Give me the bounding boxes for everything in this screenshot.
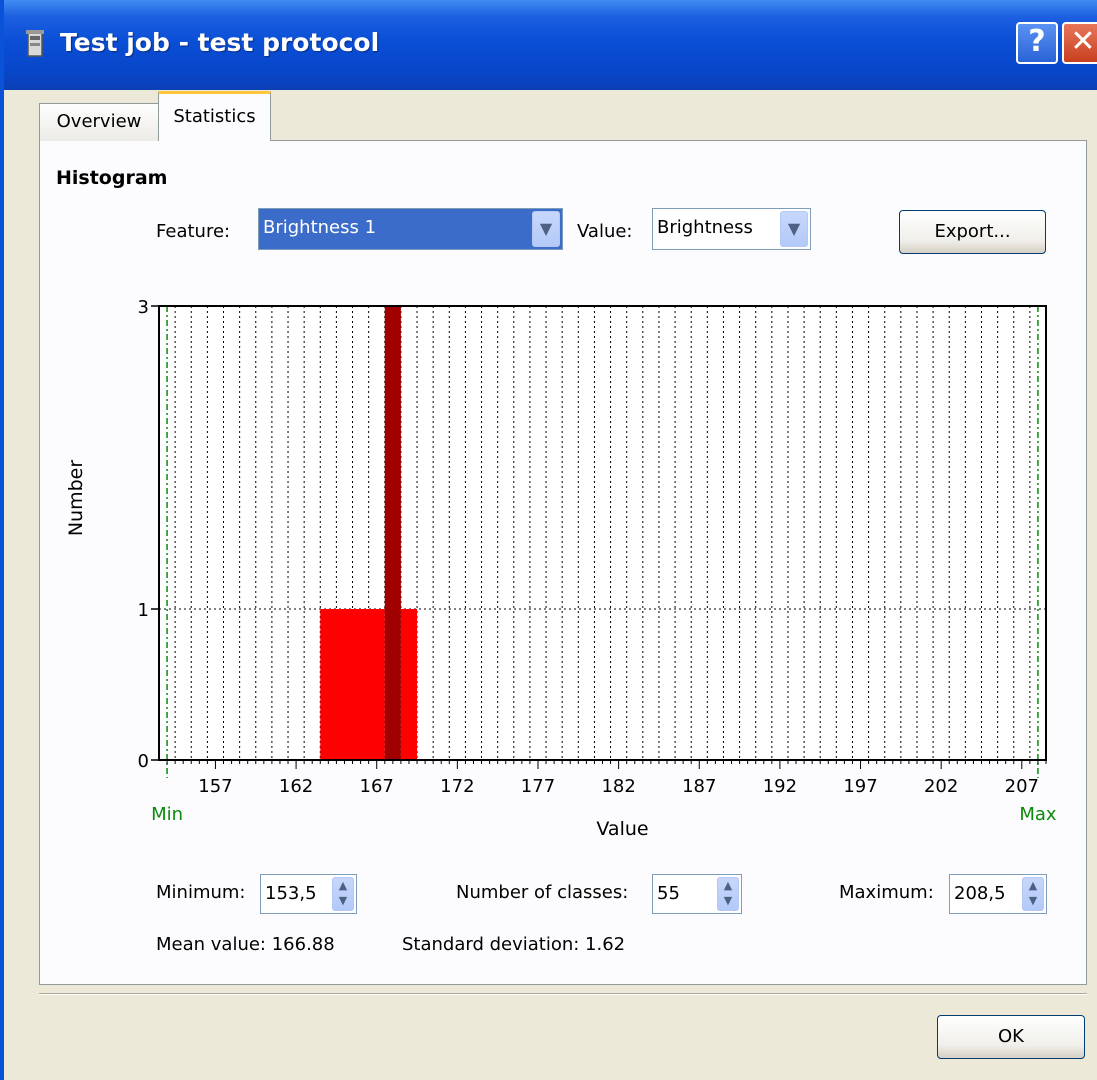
feature-select-value: Brightness 1	[263, 217, 377, 238]
maximum-spinbox[interactable]: 208,5 ▲ ▼	[949, 874, 1047, 914]
value-select[interactable]: Brightness ▼	[652, 208, 811, 250]
spin-arrows-icon[interactable]: ▲ ▼	[1022, 877, 1044, 911]
tab-statistics[interactable]: Statistics	[158, 91, 271, 141]
spin-arrows-icon[interactable]: ▲ ▼	[717, 877, 739, 911]
separator	[39, 993, 1087, 995]
maximum-label: Maximum:	[839, 882, 934, 903]
feature-label: Feature:	[156, 221, 231, 242]
dialog-window: Test job - test protocol ? ✕ Overview St…	[0, 0, 1097, 1080]
classes-label: Number of classes:	[456, 882, 629, 903]
classes-spinbox[interactable]: 55 ▲ ▼	[652, 874, 742, 914]
job-icon	[26, 30, 44, 57]
feature-select[interactable]: Brightness 1 ▼	[258, 208, 563, 250]
help-button[interactable]: ?	[1016, 22, 1058, 64]
value-select-value: Brightness	[657, 217, 753, 238]
ok-button[interactable]: OK	[937, 1015, 1085, 1059]
minimum-label: Minimum:	[156, 882, 246, 903]
minimum-value: 153,5	[265, 883, 317, 904]
close-button[interactable]: ✕	[1062, 22, 1097, 64]
title-bar[interactable]: Test job - test protocol ? ✕	[4, 0, 1097, 90]
mean-value: Mean value: 166.88	[156, 934, 335, 955]
spin-arrows-icon[interactable]: ▲ ▼	[332, 877, 354, 911]
classes-value: 55	[657, 883, 680, 904]
histogram-heading: Histogram	[56, 167, 168, 189]
standard-deviation: Standard deviation: 1.62	[402, 934, 626, 955]
export-button[interactable]: Export...	[899, 210, 1046, 254]
chevron-down-icon[interactable]: ▼	[532, 211, 560, 247]
tab-panel	[39, 140, 1087, 985]
value-label: Value:	[577, 221, 633, 242]
minimum-spinbox[interactable]: 153,5 ▲ ▼	[260, 874, 357, 914]
window-title: Test job - test protocol	[60, 28, 380, 57]
tab-overview[interactable]: Overview	[39, 103, 159, 141]
chevron-down-icon[interactable]: ▼	[780, 211, 808, 247]
maximum-value: 208,5	[954, 883, 1006, 904]
